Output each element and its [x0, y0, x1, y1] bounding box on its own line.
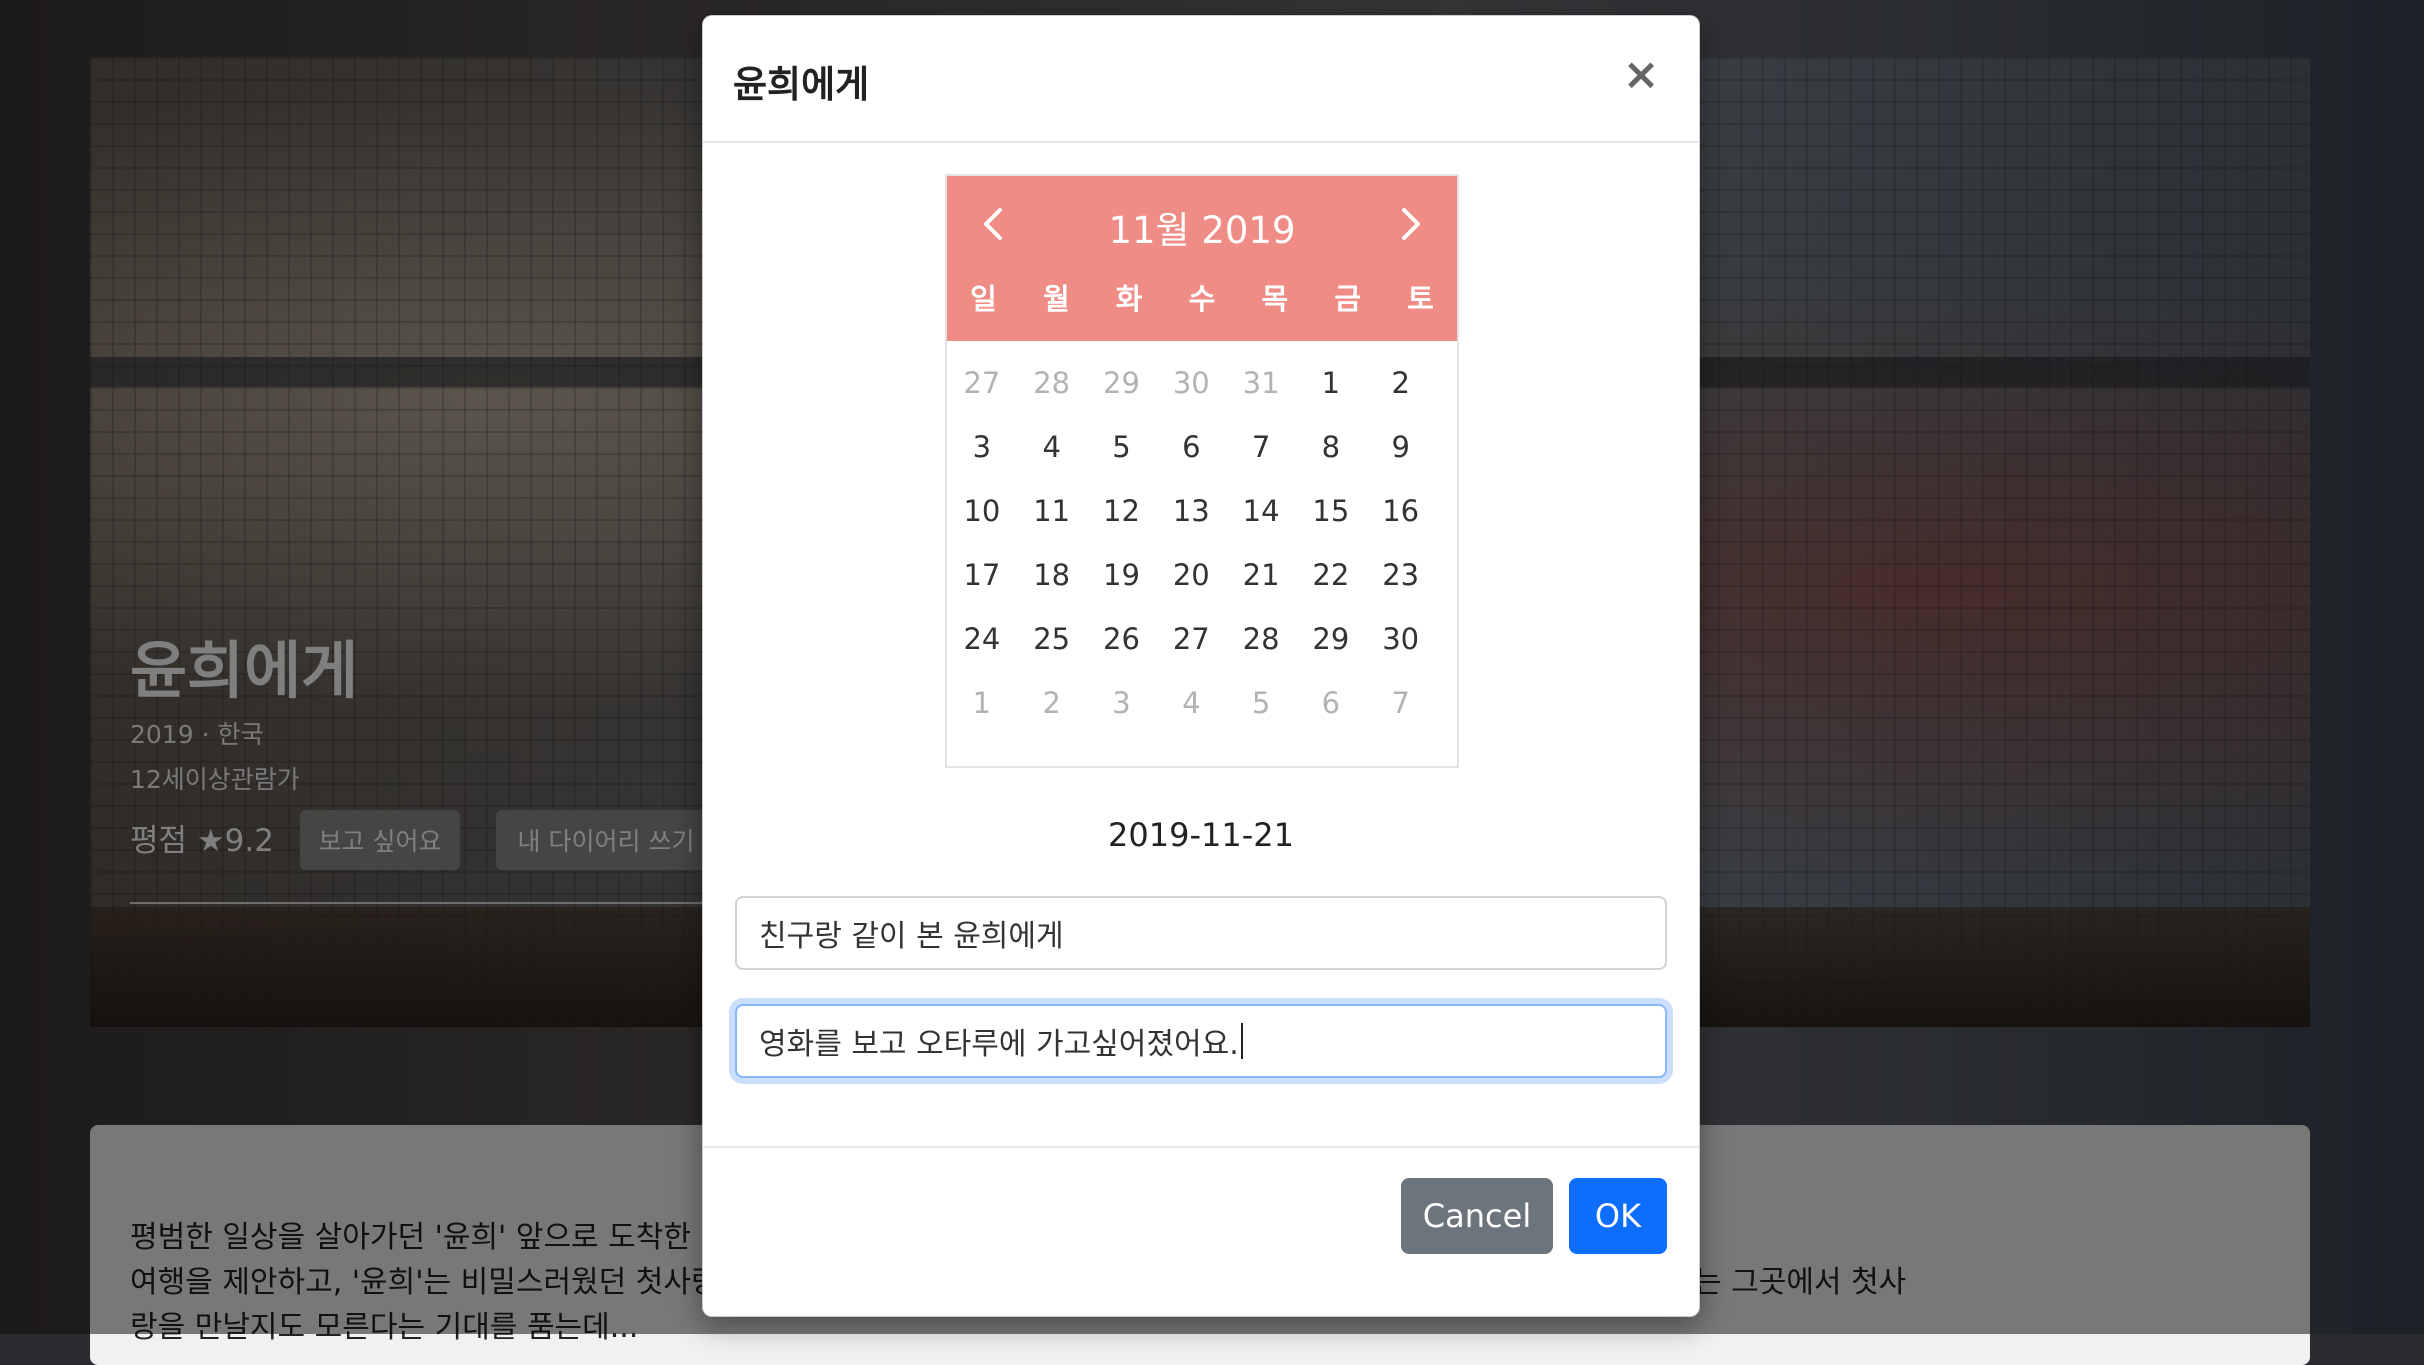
calendar-day[interactable]: 7	[1226, 415, 1296, 479]
calendar-day[interactable]: 3	[947, 415, 1017, 479]
calendar-day[interactable]: 21	[1226, 543, 1296, 607]
calendar-day[interactable]: 11	[1017, 479, 1087, 543]
diary-modal: 윤희에게 × 11월 2019 일월화수목금토 27 28 29 30 31 1 2 3 4 5 6…	[702, 15, 1700, 1317]
calendar-day-outside-month[interactable]: 6	[1296, 671, 1366, 735]
calendar-day-outside-month[interactable]: 4	[1156, 671, 1226, 735]
calendar-day-outside-month[interactable]: 2	[1017, 671, 1087, 735]
calendar-day[interactable]: 13	[1156, 479, 1226, 543]
calendar-day[interactable]: 29	[1296, 607, 1366, 671]
calendar-day-outside-month[interactable]: 29	[1087, 351, 1157, 415]
calendar-day[interactable]: 27	[1156, 607, 1226, 671]
ok-button[interactable]: OK	[1569, 1178, 1667, 1254]
calendar-days-grid: 27 28 29 30 31 1 2 3 4 5 6 7 8 9 10 11 12 13 14 15 16 17 18 19 2…	[947, 351, 1457, 735]
calendar-day[interactable]: 23	[1366, 543, 1436, 607]
calendar-day[interactable]: 9	[1366, 415, 1436, 479]
calendar-day-outside-month[interactable]: 7	[1366, 671, 1436, 735]
calendar-day[interactable]: 25	[1017, 607, 1087, 671]
calendar-day-outside-month[interactable]: 28	[1017, 351, 1087, 415]
weekday-label: 금	[1334, 282, 1362, 316]
calendar-day-outside-month[interactable]: 27	[947, 351, 1017, 415]
calendar-day-outside-month[interactable]: 31	[1226, 351, 1296, 415]
diary-title-input[interactable]: 친구랑 같이 본 윤희에게	[735, 896, 1667, 970]
calendar-day[interactable]: 28	[1226, 607, 1296, 671]
calendar-day[interactable]: 26	[1087, 607, 1157, 671]
modal-header: 윤희에게 ×	[703, 16, 1699, 143]
close-icon[interactable]: ×	[1613, 46, 1669, 102]
diary-body-input[interactable]: 영화를 보고 오타루에 가고싶어졌어요.	[735, 1004, 1667, 1078]
modal-footer: Cancel OK	[703, 1146, 1699, 1318]
selected-date: 2019-11-21	[1108, 816, 1294, 854]
calendar-day[interactable]: 24	[947, 607, 1017, 671]
calendar-day[interactable]: 10	[947, 479, 1017, 543]
calendar-day-outside-month[interactable]: 3	[1087, 671, 1157, 735]
cancel-button[interactable]: Cancel	[1401, 1178, 1553, 1254]
calendar-day-outside-month[interactable]: 1	[947, 671, 1017, 735]
text-caret	[1240, 1023, 1243, 1059]
calendar-day[interactable]: 19	[1087, 543, 1157, 607]
calendar-day[interactable]: 17	[947, 543, 1017, 607]
calendar-day-outside-month[interactable]: 30	[1156, 351, 1226, 415]
calendar-day[interactable]: 16	[1366, 479, 1436, 543]
diary-body-value: 영화를 보고 오타루에 가고싶어졌어요.	[759, 1027, 1239, 1062]
calendar-day[interactable]: 1	[1296, 351, 1366, 415]
calendar-day[interactable]: 5	[1087, 415, 1157, 479]
calendar-day[interactable]: 2	[1366, 351, 1436, 415]
calendar-day[interactable]: 4	[1017, 415, 1087, 479]
weekday-label: 목	[1261, 282, 1289, 316]
calendar-day[interactable]: 8	[1296, 415, 1366, 479]
calendar-day[interactable]: 12	[1087, 479, 1157, 543]
calendar-month-label[interactable]: 11월 2019	[947, 200, 1457, 254]
modal-title: 윤희에게	[733, 63, 870, 106]
calendar-day[interactable]: 18	[1017, 543, 1087, 607]
date-picker: 11월 2019 일월화수목금토 27 28 29 30 31 1 2 3 4 5 6 7 8 9 10 11…	[945, 174, 1459, 768]
calendar-day[interactable]: 22	[1296, 543, 1366, 607]
weekday-row: 일월화수목금토	[947, 276, 1457, 326]
weekday-label: 일	[970, 282, 997, 316]
diary-title-value: 친구랑 같이 본 윤희에게	[759, 919, 1064, 954]
chevron-right-icon[interactable]	[1383, 196, 1439, 252]
calendar-day[interactable]: 30	[1366, 607, 1436, 671]
calendar-header: 11월 2019 일 월 화 수 목 금 토	[947, 176, 1457, 341]
weekday-label: 월	[1042, 282, 1070, 316]
calendar-day[interactable]: 6	[1156, 415, 1226, 479]
weekday-label: 수	[1188, 282, 1216, 316]
weekday-label: 화	[1115, 282, 1143, 316]
calendar-day[interactable]: 14	[1226, 479, 1296, 543]
weekday-label: 토	[1407, 282, 1434, 316]
calendar-day[interactable]: 15	[1296, 479, 1366, 543]
calendar-day-outside-month[interactable]: 5	[1226, 671, 1296, 735]
calendar-day[interactable]: 20	[1156, 543, 1226, 607]
